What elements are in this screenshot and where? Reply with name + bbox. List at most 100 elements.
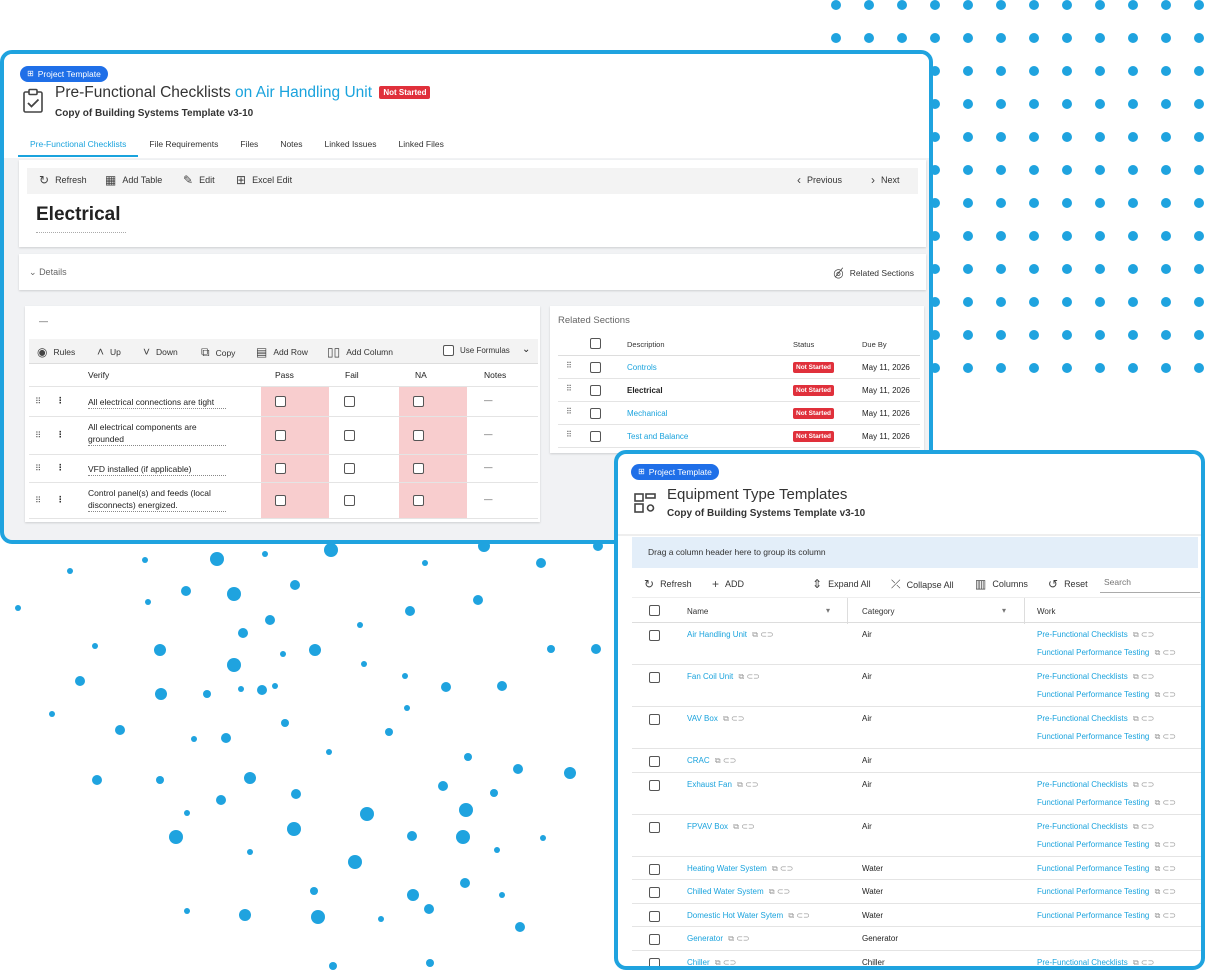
group-by-drop-zone[interactable]: Drag a column header here to group its c…: [632, 537, 1198, 568]
verify-cell[interactable]: All electrical components are grounded: [88, 421, 226, 446]
pass-checkbox[interactable]: [275, 430, 286, 441]
filter-icon[interactable]: ▾: [826, 606, 830, 615]
fail-checkbox[interactable]: [344, 430, 355, 441]
work-link[interactable]: Functional Performance Testing: [1037, 732, 1149, 741]
row-menu-icon[interactable]: ⋮: [56, 494, 65, 505]
expand-all-button[interactable]: ⇕ Expand All: [812, 577, 871, 591]
row-checkbox[interactable]: [590, 431, 601, 442]
equipment-link[interactable]: CRAC: [687, 756, 710, 765]
link-icon[interactable]: ⊂⊃: [723, 958, 736, 967]
related-section-link[interactable]: Controls: [627, 363, 657, 372]
external-link-icon[interactable]: ⧉: [788, 911, 794, 920]
work-item[interactable]: Pre-Functional Checklists ⧉ ⊂⊃: [1037, 780, 1154, 790]
link-icon[interactable]: ⊂⊃: [1141, 958, 1154, 967]
related-section-row[interactable]: ⠿ Controls Not Started May 11, 2026: [558, 356, 920, 379]
column-header-work[interactable]: Work: [1037, 607, 1056, 616]
external-link-icon[interactable]: ⧉: [1155, 840, 1161, 849]
work-link[interactable]: Pre-Functional Checklists: [1037, 958, 1128, 967]
drag-handle-icon[interactable]: ⠿: [35, 430, 41, 441]
work-item[interactable]: Functional Performance Testing ⧉ ⊂⊃: [1037, 911, 1176, 921]
external-link-icon[interactable]: ⧉: [1155, 864, 1161, 873]
details-bar[interactable]: ⌄ Details ◎̸ Related Sections: [19, 254, 926, 290]
collapse-all-button[interactable]: ⤫ Collapse All: [891, 577, 954, 592]
column-header-pass[interactable]: Pass: [275, 370, 294, 380]
row-checkbox[interactable]: [649, 779, 660, 791]
external-link-icon[interactable]: ⧉: [715, 756, 721, 765]
equipment-name[interactable]: Chiller ⧉ ⊂⊃: [687, 958, 736, 967]
work-item[interactable]: Functional Performance Testing ⧉ ⊂⊃: [1037, 690, 1176, 700]
select-all-checkbox[interactable]: [590, 338, 601, 349]
na-checkbox[interactable]: [413, 396, 424, 407]
link-icon[interactable]: ⊂⊃: [780, 864, 793, 873]
work-link[interactable]: Functional Performance Testing: [1037, 887, 1149, 896]
filter-icon[interactable]: ▾: [1002, 606, 1006, 615]
add-column-button[interactable]: ▯▯ Add Column: [327, 345, 393, 359]
equipment-link[interactable]: Generator: [687, 934, 723, 943]
drag-handle-icon[interactable]: ⠿: [566, 407, 572, 416]
row-checkbox[interactable]: [649, 910, 660, 922]
link-icon[interactable]: ⊂⊃: [745, 780, 758, 789]
link-icon[interactable]: ⊂⊃: [1163, 798, 1176, 807]
chevron-down-icon[interactable]: ⌄: [522, 344, 530, 355]
row-checkbox[interactable]: [590, 362, 601, 373]
tab-files[interactable]: Files: [229, 133, 269, 157]
notes-cell[interactable]: —: [484, 462, 493, 472]
work-item[interactable]: Functional Performance Testing ⧉ ⊂⊃: [1037, 798, 1176, 808]
equipment-name[interactable]: Fan Coil Unit ⧉ ⊂⊃: [687, 672, 760, 682]
verify-cell[interactable]: All electrical connections are tight: [88, 396, 226, 409]
work-item[interactable]: Pre-Functional Checklists ⧉ ⊂⊃: [1037, 714, 1154, 724]
external-link-icon[interactable]: ⧉: [772, 864, 778, 873]
verify-cell[interactable]: Control panel(s) and feeds (local discon…: [88, 487, 226, 512]
columns-button[interactable]: ▥ Columns: [975, 577, 1028, 591]
refresh-button[interactable]: ↻ Refresh: [39, 173, 87, 187]
table-title[interactable]: —: [39, 316, 48, 326]
work-item[interactable]: Functional Performance Testing ⧉ ⊂⊃: [1037, 732, 1176, 742]
equipment-name[interactable]: Air Handling Unit ⧉ ⊂⊃: [687, 630, 774, 640]
external-link-icon[interactable]: ⧉: [769, 887, 775, 896]
equipment-link[interactable]: FPVAV Box: [687, 822, 728, 831]
reset-button[interactable]: ↺ Reset: [1048, 577, 1088, 591]
external-link-icon[interactable]: ⧉: [1133, 672, 1139, 681]
link-icon[interactable]: ⊂⊃: [1141, 630, 1154, 639]
work-item[interactable]: Pre-Functional Checklists ⧉ ⊂⊃: [1037, 958, 1154, 967]
work-link[interactable]: Pre-Functional Checklists: [1037, 672, 1128, 681]
row-checkbox[interactable]: [649, 714, 660, 725]
equipment-link[interactable]: Exhaust Fan: [687, 780, 732, 789]
copy-button[interactable]: ⧉ Copy: [201, 345, 235, 360]
column-header-due-by[interactable]: Due By: [862, 340, 887, 349]
link-icon[interactable]: ⊂⊃: [731, 714, 744, 723]
link-icon[interactable]: ⊂⊃: [1163, 911, 1176, 920]
fail-checkbox[interactable]: [344, 396, 355, 407]
notes-cell[interactable]: —: [484, 494, 493, 504]
work-link[interactable]: Functional Performance Testing: [1037, 690, 1149, 699]
external-link-icon[interactable]: ⧉: [752, 630, 758, 639]
link-icon[interactable]: ⊂⊃: [1163, 887, 1176, 896]
column-header-notes[interactable]: Notes: [484, 370, 506, 380]
column-header-status[interactable]: Status: [793, 340, 814, 349]
link-icon[interactable]: ⊂⊃: [741, 822, 754, 831]
column-header-name[interactable]: Name: [687, 607, 708, 616]
row-checkbox[interactable]: [649, 934, 660, 945]
link-icon[interactable]: ⊂⊃: [1163, 732, 1176, 741]
external-link-icon[interactable]: ⧉: [738, 672, 744, 681]
related-section-link[interactable]: Electrical: [627, 386, 663, 395]
link-icon[interactable]: ⊂⊃: [736, 934, 749, 943]
equipment-link[interactable]: Air Handling Unit: [687, 630, 747, 639]
excel-edit-button[interactable]: ⊞ Excel Edit: [236, 173, 292, 187]
notes-cell[interactable]: —: [484, 429, 493, 439]
equipment-link[interactable]: VAV Box: [687, 714, 718, 723]
work-item[interactable]: Functional Performance Testing ⧉ ⊂⊃: [1037, 840, 1176, 850]
previous-button[interactable]: ‹ Previous: [797, 173, 842, 187]
external-link-icon[interactable]: ⧉: [723, 714, 729, 723]
row-menu-icon[interactable]: ⋮: [56, 429, 65, 440]
equipment-link[interactable]: Domestic Hot Water Sytem: [687, 911, 783, 920]
add-table-button[interactable]: ▦ Add Table: [105, 173, 162, 187]
row-checkbox[interactable]: [649, 887, 660, 898]
link-icon[interactable]: ⊂⊃: [1141, 822, 1154, 831]
equipment-name[interactable]: FPVAV Box ⧉ ⊂⊃: [687, 822, 755, 832]
work-item[interactable]: Functional Performance Testing ⧉ ⊂⊃: [1037, 887, 1176, 897]
row-menu-icon[interactable]: ⋮: [56, 462, 65, 473]
drag-handle-icon[interactable]: ⠿: [35, 463, 41, 474]
link-icon[interactable]: ⊂⊃: [777, 887, 790, 896]
next-button[interactable]: › Next: [871, 173, 900, 187]
